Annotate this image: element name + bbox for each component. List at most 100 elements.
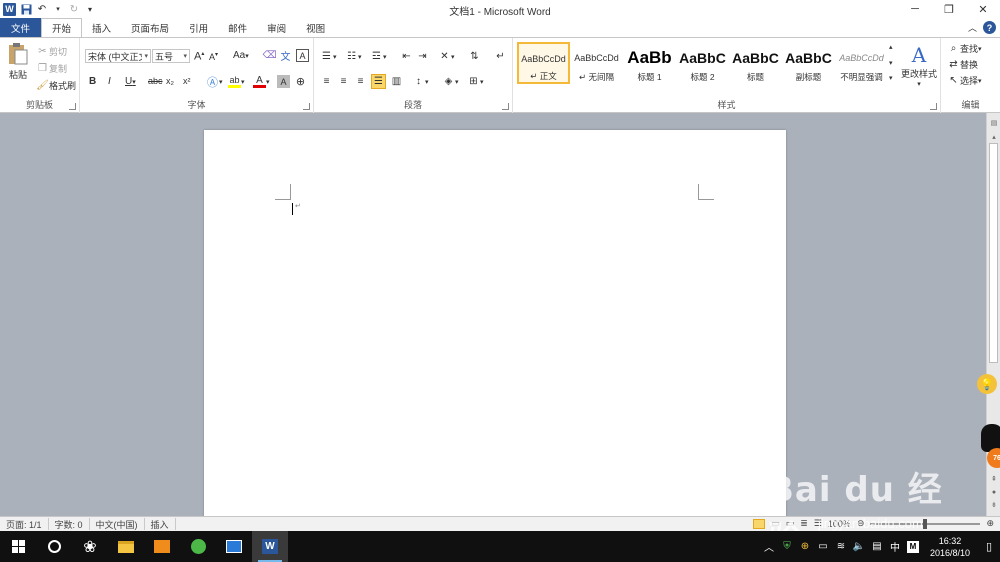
style-subtitle[interactable]: AaBbC 副标题 <box>782 42 835 84</box>
sort-button[interactable]: ⇅ <box>468 50 481 63</box>
gallery-scroll-down-icon[interactable]: ▾ <box>889 59 893 67</box>
show-hidden-icons-icon[interactable]: ︿ <box>760 539 778 554</box>
font-color-button[interactable]: A ▾ <box>253 75 270 88</box>
align-left-button[interactable]: ≡ <box>320 75 333 88</box>
find-button[interactable]: ⌕ 查找 ▾ <box>947 42 982 55</box>
lightbulb-icon[interactable]: 💡 <box>977 374 997 394</box>
paste-button[interactable]: 粘贴 <box>4 42 32 81</box>
change-styles-button[interactable]: A 更改样式 ▾ <box>900 43 938 88</box>
subscript-button[interactable]: x₂ <box>166 76 174 86</box>
italic-button[interactable]: I <box>108 76 111 87</box>
minimize-button[interactable]: ─ <box>898 0 932 18</box>
underline-button[interactable]: U ▾ <box>125 76 136 87</box>
store-button[interactable] <box>144 531 180 562</box>
paragraph-launcher-icon[interactable] <box>502 103 509 110</box>
character-border-button[interactable]: A <box>296 49 309 62</box>
style-normal[interactable]: AaBbCcDd ↵ 正文 <box>517 42 570 84</box>
justify-button[interactable]: ☰ <box>371 74 386 89</box>
insert-mode-indicator[interactable]: 插入 <box>145 518 176 530</box>
decrease-indent-button[interactable]: ⇤ <box>400 50 413 63</box>
style-heading-2[interactable]: AaBbC 标题 2 <box>676 42 729 84</box>
security-shield-icon[interactable]: ⛨ <box>778 541 796 552</box>
start-button[interactable] <box>0 531 36 562</box>
shrink-font-button[interactable]: A▾ <box>209 51 218 62</box>
help-icon[interactable]: ? <box>983 21 996 34</box>
style-heading-1[interactable]: AaBb 标题 1 <box>623 42 676 84</box>
font-launcher-icon[interactable] <box>303 103 310 110</box>
styles-launcher-icon[interactable] <box>930 103 937 110</box>
plus-circle-icon[interactable]: ⊕ <box>796 541 814 552</box>
action-center-icon[interactable]: ▤ <box>868 541 886 552</box>
cut-button[interactable]: ✂ 剪切 <box>36 45 67 58</box>
chinese-layout-button[interactable]: ✕ ▾ <box>438 50 454 63</box>
collapse-ribbon-icon[interactable]: ︿ <box>968 21 977 34</box>
shading-button[interactable]: ◈ ▾ <box>442 75 459 88</box>
copy-button[interactable]: ❐ 复制 <box>36 62 67 75</box>
draft-icon[interactable]: ☰ <box>814 518 822 529</box>
cortana-button[interactable] <box>36 531 72 562</box>
select-button[interactable]: ↖ 选择 ▾ <box>947 74 981 87</box>
borders-button[interactable]: ⊞ ▾ <box>467 75 483 88</box>
tab-view[interactable]: 视图 <box>296 19 335 37</box>
font-name-combo[interactable]: 宋体 (中文正文 ▾ <box>85 49 151 63</box>
clear-formatting-button[interactable]: ⌫ <box>262 49 276 62</box>
zoom-slider-knob[interactable] <box>923 518 928 529</box>
style-subtle-emphasis[interactable]: AaBbCcDd 不明显强调 <box>835 42 888 84</box>
increase-indent-button[interactable]: ⇥ <box>416 50 429 63</box>
tab-review[interactable]: 审阅 <box>257 19 296 37</box>
file-explorer-button[interactable] <box>108 531 144 562</box>
scroll-up-icon[interactable]: ▴ <box>987 131 1000 143</box>
battery-icon[interactable]: ▭ <box>814 541 832 552</box>
word-count[interactable]: 字数: 0 <box>49 518 90 530</box>
next-page-icon[interactable]: ⇟ <box>987 499 1000 511</box>
tab-mailings[interactable]: 邮件 <box>218 19 257 37</box>
grow-font-button[interactable]: A▴ <box>194 50 204 63</box>
tab-references[interactable]: 引用 <box>179 19 218 37</box>
photos-button[interactable] <box>216 531 252 562</box>
word-taskbar-button[interactable]: W <box>252 531 288 562</box>
browser-button[interactable] <box>180 531 216 562</box>
phonetic-guide-button[interactable]: 文 <box>279 49 292 63</box>
highlight-button[interactable]: ab ▾ <box>228 75 245 88</box>
page-count[interactable]: 页面: 1/1 <box>0 518 49 530</box>
print-layout-icon[interactable] <box>753 518 766 529</box>
zoom-out-icon[interactable]: ⊖ <box>857 518 865 529</box>
task-view-button[interactable]: ❀ <box>72 531 108 562</box>
align-center-button[interactable]: ≡ <box>337 75 350 88</box>
ime-indicator[interactable]: 中 <box>886 539 904 554</box>
show-marks-button[interactable]: ↵ <box>494 50 507 63</box>
zoom-slider[interactable] <box>870 518 981 529</box>
clock[interactable]: 16:32 2016/8/10 <box>922 535 978 559</box>
prev-page-icon[interactable]: ⇞ <box>987 473 1000 485</box>
tab-insert[interactable]: 插入 <box>82 19 121 37</box>
gallery-scroll-up-icon[interactable]: ▴ <box>889 43 893 51</box>
browse-object-icon[interactable]: ● <box>987 486 1000 498</box>
tab-file[interactable]: 文件 <box>0 18 42 37</box>
line-spacing-button[interactable]: ↕ ▾ <box>412 75 429 88</box>
replace-button[interactable]: ⇄ 替换 <box>947 58 978 71</box>
strikethrough-button[interactable]: abc <box>148 76 163 86</box>
web-layout-icon[interactable]: ▭ <box>786 518 795 529</box>
volume-icon[interactable]: 🔈 <box>850 541 868 552</box>
bullets-button[interactable]: ☰ ▾ <box>320 50 337 63</box>
multilevel-list-button[interactable]: ☲ ▾ <box>370 50 387 63</box>
wifi-icon[interactable]: ≋ <box>832 541 850 552</box>
language-indicator[interactable]: 中文(中国) <box>90 518 145 530</box>
document-page[interactable]: ↵ <box>204 130 786 516</box>
tab-page-layout[interactable]: 页面布局 <box>121 19 179 37</box>
change-case-button[interactable]: Aa ▾ <box>233 50 249 61</box>
format-painter-button[interactable]: 🖌 格式刷 <box>36 79 76 92</box>
character-shading-button[interactable]: A <box>277 75 290 88</box>
gallery-more-icon[interactable]: ▾ <box>889 74 893 82</box>
style-title[interactable]: AaBbC 标题 <box>729 42 782 84</box>
scrollbar-thumb[interactable] <box>989 143 998 363</box>
close-button[interactable]: ✕ <box>966 0 1000 18</box>
superscript-button[interactable]: x² <box>183 76 191 86</box>
enclose-characters-button[interactable]: ⊕ <box>294 75 307 88</box>
outline-icon[interactable]: ≣ <box>800 518 808 529</box>
ruler-toggle-icon[interactable]: ▤ <box>987 117 1000 129</box>
align-right-button[interactable]: ≡ <box>354 75 367 88</box>
text-effects-button[interactable]: Ⓐ ▾ <box>206 75 223 89</box>
bold-button[interactable]: B <box>89 76 96 87</box>
clipboard-launcher-icon[interactable] <box>69 103 76 110</box>
